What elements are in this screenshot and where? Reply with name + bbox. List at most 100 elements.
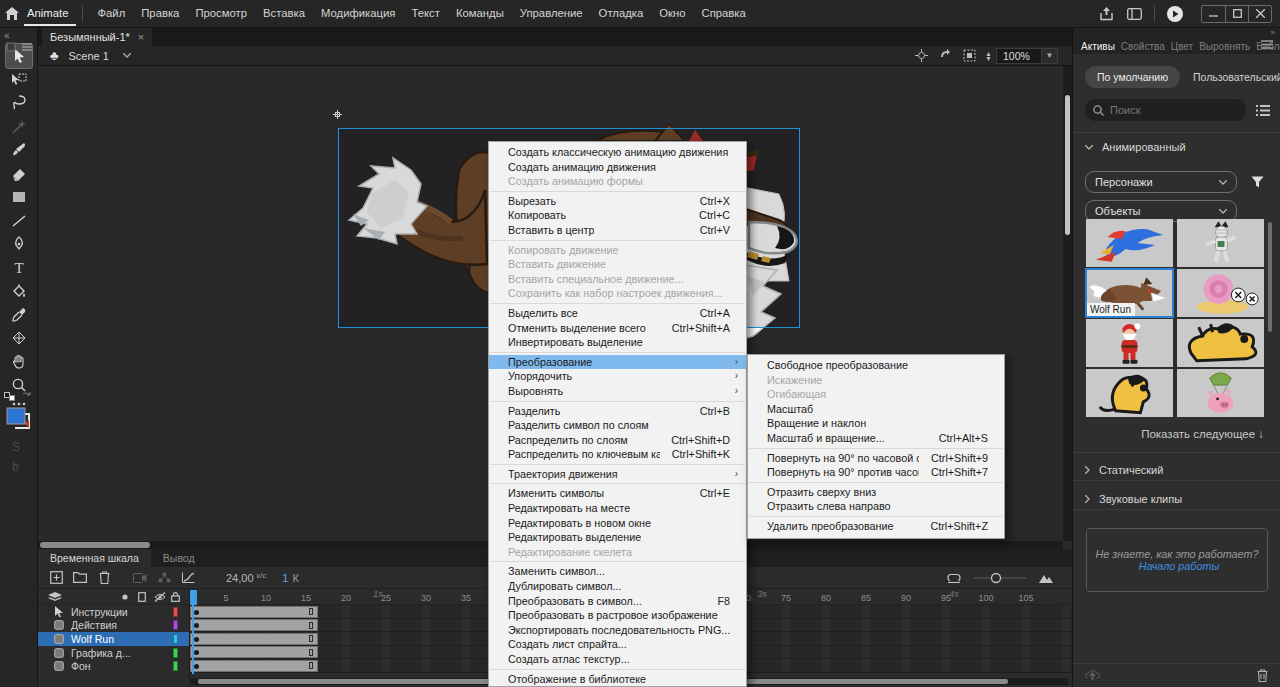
test-movie-button[interactable] (1161, 5, 1189, 23)
delete-icon[interactable] (92, 571, 116, 584)
menu-item[interactable]: Инвертировать выделение (489, 335, 746, 350)
menu-item[interactable]: КопироватьCtrl+C (489, 208, 746, 223)
frame-rate[interactable]: 24,00 к/с (226, 571, 266, 584)
asset-pig-parachute[interactable] (1177, 369, 1264, 417)
menu-item[interactable]: Заменить символ... (489, 564, 746, 579)
layer-Фон[interactable]: Фон (38, 659, 189, 673)
layer-color-chip[interactable] (173, 607, 178, 617)
menu-item[interactable]: Создать анимацию движения (489, 160, 746, 175)
camera-icon[interactable] (128, 573, 152, 583)
panel-tab-Цвет[interactable]: Цвет (1171, 41, 1193, 52)
menu-item[interactable]: Отображение в библиотеке (489, 672, 746, 687)
swap-colors-icon[interactable] (4, 392, 16, 402)
keyframe-span[interactable] (190, 633, 318, 645)
lasso-tool[interactable] (11, 95, 27, 111)
loop-icon[interactable] (942, 572, 966, 583)
menu-item[interactable]: Вращение и наклон (748, 416, 1004, 431)
menu-item[interactable]: Разделить символ по слоям (489, 418, 746, 433)
close-tab-icon[interactable]: × (138, 31, 144, 43)
app-title[interactable]: Animate (24, 1, 76, 26)
menu-item[interactable]: Отменить выделение всегоCtrl+Shift+A (489, 321, 746, 336)
menu-Файл[interactable]: Файл (89, 0, 133, 27)
canvas-vertical-scrollbar[interactable] (1063, 66, 1072, 541)
section-animated[interactable]: Анимированный (1073, 133, 1280, 160)
section-sound-clips[interactable]: Звуковые клипы (1073, 485, 1182, 512)
menu-item[interactable]: Удалить преобразованиеCtrl+Shift+Z (748, 519, 1004, 534)
expand-panel-icon[interactable]: » (1271, 28, 1274, 37)
panel-tab-Выровнять[interactable]: Выровнять (1199, 41, 1250, 52)
show-next-link[interactable]: Показать следующее ↓ (1141, 428, 1264, 440)
close-button[interactable] (1248, 6, 1271, 22)
eyedropper-tool[interactable] (11, 307, 27, 323)
minimize-button[interactable] (1202, 6, 1225, 22)
menu-item[interactable]: Распределить по ключевым кадрамCtrl+Shif… (489, 447, 746, 462)
asset-snail[interactable] (1177, 269, 1264, 317)
collapse-panel-icon[interactable]: « (0, 28, 37, 43)
panel-menu-icon[interactable] (1261, 40, 1273, 49)
menu-item[interactable]: Преобразовать в растровое изображение (489, 608, 746, 623)
panel-tab-Свойства[interactable]: Свойства (1121, 41, 1165, 52)
menu-Команды[interactable]: Команды (448, 0, 512, 27)
zoom-stepper[interactable]: ▲▼ (985, 51, 992, 61)
layer-Wolf Run[interactable]: Wolf Run (38, 632, 189, 646)
menu-item[interactable]: Создать лист спрайта... (489, 637, 746, 652)
hand-tool[interactable] (11, 354, 27, 370)
upload-asset-icon[interactable] (1085, 670, 1100, 682)
menu-item[interactable]: Изменить символыCtrl+E (489, 486, 746, 501)
insert-frame-icon[interactable] (44, 571, 68, 584)
keyframe-span[interactable] (190, 606, 318, 618)
layer-color-chip[interactable] (173, 648, 178, 658)
layer-color-chip[interactable] (173, 620, 178, 630)
rotation-icon[interactable] (933, 49, 957, 62)
outline-all-icon[interactable] (138, 592, 146, 602)
menu-Текст[interactable]: Текст (403, 0, 447, 27)
asset-parrot[interactable] (1086, 219, 1173, 267)
asset-mummy[interactable] (1177, 219, 1264, 267)
menu-item[interactable]: Дублировать символ... (489, 579, 746, 594)
menu-item[interactable]: Преобразование› (489, 355, 746, 370)
menu-item[interactable]: Выделить всеCtrl+A (489, 306, 746, 321)
timeline-zoom-fit-icon[interactable] (1034, 573, 1058, 583)
menu-Отладка[interactable]: Отладка (591, 0, 652, 27)
menu-item[interactable]: Экспортировать последовательность PNG... (489, 623, 746, 638)
menu-item[interactable]: Выровнять› (489, 384, 746, 399)
menu-item[interactable]: Масштаб и вращение...Ctrl+Alt+S (748, 431, 1004, 446)
clip-content-icon[interactable] (957, 49, 981, 62)
menu-item[interactable]: Редактировать на месте (489, 501, 746, 516)
keyframe-span[interactable] (190, 646, 318, 658)
search-input[interactable]: Поиск (1085, 99, 1246, 121)
layer-color-chip[interactable] (173, 661, 178, 671)
menu-item[interactable]: Редактировать выделение (489, 530, 746, 545)
new-folder-icon[interactable] (68, 572, 92, 583)
menu-Модификация[interactable]: Модификация (313, 0, 403, 27)
delete-asset-icon[interactable] (1257, 669, 1268, 682)
panel-scrollbar[interactable] (1268, 222, 1272, 332)
menu-item[interactable]: Упорядочить› (489, 369, 746, 384)
show-all-icon[interactable] (122, 594, 128, 600)
layer-color-chip[interactable] (173, 634, 178, 644)
paint-bucket-tool[interactable] (11, 283, 27, 299)
edit-toolbar-icon[interactable] (6, 42, 16, 52)
graph-editor-icon[interactable] (176, 572, 200, 583)
asset-warp-tool[interactable] (11, 330, 27, 346)
magnet-icon[interactable]: b (12, 460, 19, 474)
line-tool[interactable] (11, 213, 27, 229)
menu-item[interactable]: Повернуть на 90° по часовой стрелкеCtrl+… (748, 451, 1004, 466)
fill-color-swatch[interactable] (5, 406, 33, 432)
menu-Управление[interactable]: Управление (512, 0, 591, 27)
menu-item[interactable]: Вставить в центрCtrl+V (489, 223, 746, 238)
keyframe-span[interactable] (190, 660, 318, 672)
section-static[interactable]: Статический (1073, 456, 1163, 483)
menu-item[interactable]: Редактировать в новом окне (489, 516, 746, 531)
menu-item[interactable]: Свободное преобразование (748, 358, 1004, 373)
zoom-level-select[interactable]: 100% (996, 48, 1042, 64)
zoom-chevron-icon[interactable]: ▼ (1042, 48, 1058, 64)
panel-tab-Активы[interactable]: Активы (1081, 41, 1115, 52)
layer-parenting-icon[interactable] (152, 572, 176, 583)
keyframe-span[interactable] (190, 619, 318, 631)
menu-item[interactable]: Отразить сверху вниз (748, 485, 1004, 500)
filter-icon[interactable] (1251, 176, 1264, 188)
reset-colors-icon[interactable] (22, 392, 32, 401)
menu-item[interactable]: Создать атлас текстур... (489, 652, 746, 667)
get-started-link[interactable]: Начало работы (1139, 560, 1220, 572)
